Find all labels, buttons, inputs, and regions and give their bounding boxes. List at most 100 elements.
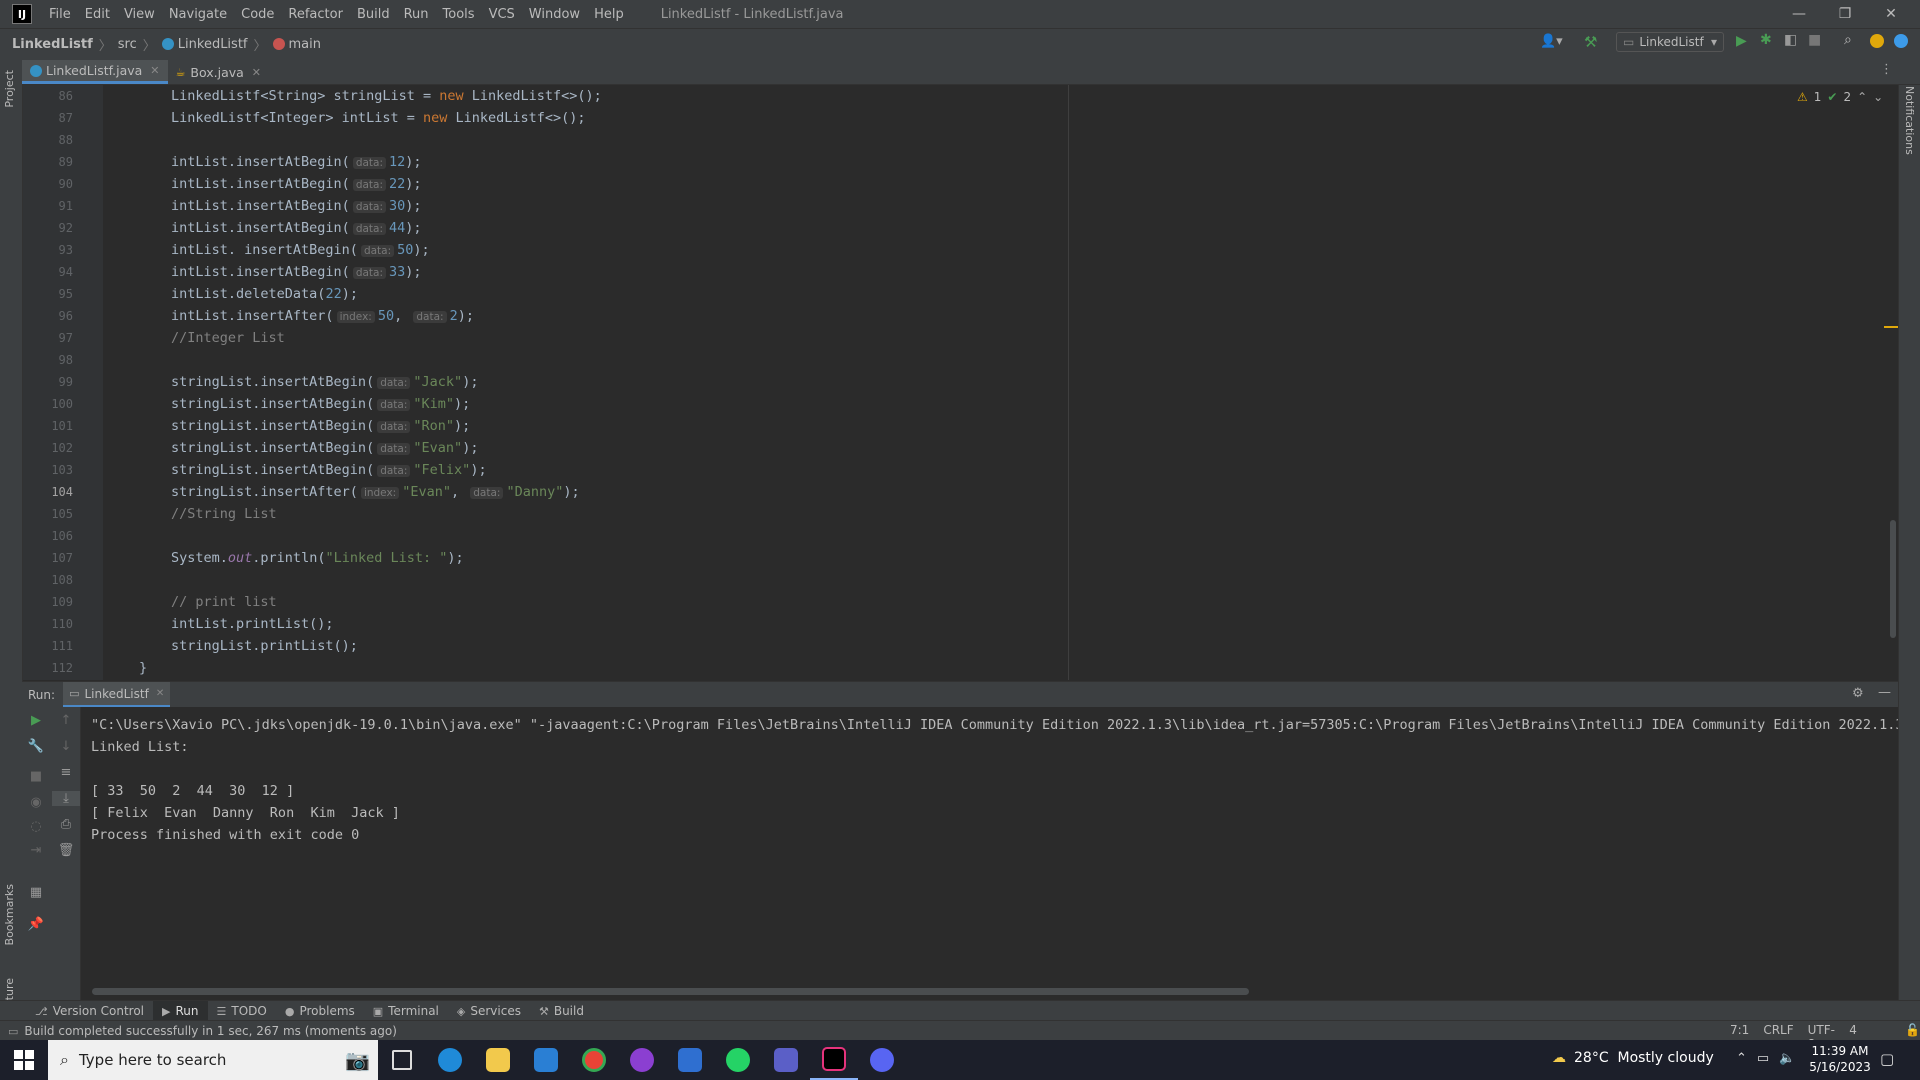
code-line[interactable]: intList.insertAfter(index: 50, data: 2); [171,308,474,324]
line-number[interactable]: 111 [23,639,73,653]
code-line[interactable]: // print list [171,594,277,610]
podcast-app-icon[interactable] [618,1040,666,1080]
teams-icon[interactable] [762,1040,810,1080]
code-line[interactable]: intList.deleteData(22); [171,286,358,302]
tool-tab-run[interactable]: ▶ Run [153,1001,208,1021]
line-number[interactable]: 110 [23,617,73,631]
code-line[interactable]: stringList.insertAtBegin(data: "Jack"); [171,374,478,390]
plugin-icon[interactable] [1894,34,1908,48]
update-icon[interactable] [1870,34,1884,48]
discord-icon[interactable] [858,1040,906,1080]
menu-file[interactable]: File [42,7,78,22]
bookmarks-tool-tab[interactable]: Bookmarks [3,884,16,945]
restore-icon[interactable]: ❐ [1822,0,1868,28]
line-number[interactable]: 86 [23,89,73,103]
line-number[interactable]: 106 [23,529,73,543]
event-icon[interactable]: ▭ [8,1025,18,1038]
tool-tab-problems[interactable]: ● Problems [276,1001,364,1021]
edge-icon[interactable] [426,1040,474,1080]
code-line[interactable]: stringList.insertAtBegin(data: "Kim"); [171,396,470,412]
line-number[interactable]: 96 [23,309,73,323]
code-line[interactable]: stringList.printList(); [171,638,358,654]
hide-panel-icon[interactable]: — [1878,685,1891,700]
code-line[interactable]: intList.printList(); [171,616,334,632]
line-number[interactable]: 90 [23,177,73,191]
wrench-icon[interactable]: 🔧 [22,739,50,754]
coverage-icon[interactable]: ◧ [1784,32,1797,48]
line-number[interactable]: 109 [23,595,73,609]
code-line[interactable]: intList.insertAtBegin(data: 30); [171,198,422,214]
inspection-widget[interactable]: ⚠ 1 ✔ 2 ⌃ ⌄ [1797,90,1883,104]
scroll-to-end-icon[interactable]: ⤓ [52,791,80,806]
chevron-up-icon[interactable]: ⌃ [1736,1051,1747,1066]
menu-build[interactable]: Build [350,7,397,22]
line-number[interactable]: 101 [23,419,73,433]
notification-center-icon[interactable]: ▢ [1880,1050,1894,1068]
menu-run[interactable]: Run [397,7,436,22]
rerun-icon[interactable]: ▶ [22,713,50,728]
tool-tab-services[interactable]: ◈ Services [448,1001,530,1021]
breadcrumb-project[interactable]: LinkedListf [12,37,93,52]
line-number[interactable]: 97 [23,331,73,345]
menu-navigate[interactable]: Navigate [162,7,234,22]
code-line[interactable]: stringList.insertAtBegin(data: "Evan"); [171,440,478,456]
chevron-up-icon[interactable]: ⌃ [1857,90,1867,104]
mail-icon[interactable] [522,1040,570,1080]
close-icon[interactable]: ✕ [1868,0,1914,28]
soft-wrap-icon[interactable]: ≡ [52,765,80,780]
code-line[interactable]: //String List [171,506,277,522]
warning-stripe-marker[interactable] [1884,326,1898,328]
line-number[interactable]: 92 [23,221,73,235]
build-hammer-icon[interactable]: ⚒ [1584,33,1597,51]
minimize-icon[interactable]: — [1776,0,1822,28]
line-number[interactable]: 107 [23,551,73,565]
menu-refactor[interactable]: Refactor [281,7,350,22]
volume-icon[interactable]: 🔈 [1779,1051,1795,1066]
taskbar-search-box[interactable]: ⌕ Type here to search 📷 [48,1040,378,1080]
close-tab-icon[interactable]: ✕ [252,66,261,79]
line-number[interactable]: 94 [23,265,73,279]
editor-scrollbar[interactable] [1890,520,1896,638]
line-number[interactable]: 98 [23,353,73,367]
weather-text[interactable]: 28°C Mostly cloudy [1574,1050,1714,1066]
menu-edit[interactable]: Edit [78,7,117,22]
line-number[interactable]: 89 [23,155,73,169]
pin-icon[interactable]: 📌 [22,917,50,932]
tool-tab-todo[interactable]: ☰ TODO [208,1001,276,1021]
debug-icon[interactable]: ✱ [1760,32,1772,48]
line-number[interactable]: 95 [23,287,73,301]
tool-tab-terminal[interactable]: ▣ Terminal [364,1001,448,1021]
code-line[interactable]: intList.insertAtBegin(data: 33); [171,264,422,280]
menu-code[interactable]: Code [234,7,281,22]
status-message[interactable]: Build completed successfully in 1 sec, 2… [24,1024,396,1038]
tool-tab-version-control[interactable]: ⎇ Version Control [26,1001,153,1021]
code-line[interactable]: intList.insertAtBegin(data: 12); [171,154,422,170]
code-line[interactable]: intList.insertAtBegin(data: 44); [171,220,422,236]
line-number[interactable]: 103 [23,463,73,477]
code-line[interactable]: stringList.insertAtBegin(data: "Felix"); [171,462,487,478]
print-icon[interactable]: ⎙ [52,817,80,832]
code-line[interactable]: intList.insertAtBegin(data: 22); [171,176,422,192]
store-icon[interactable] [666,1040,714,1080]
more-tabs-icon[interactable]: ⋮ [1880,62,1893,77]
tab-box-java[interactable]: ☕ Box.java ✕ [168,60,270,84]
line-number[interactable]: 99 [23,375,73,389]
code-editor[interactable]: LinkedListf<String> stringList = new Lin… [103,85,1898,680]
code-line[interactable]: LinkedListf<String> stringList = new Lin… [171,88,602,104]
code-line[interactable]: stringList.insertAfter(index: "Evan", dat… [171,484,580,500]
user-icon[interactable]: 👤▾ [1540,34,1563,49]
chrome-icon[interactable] [570,1040,618,1080]
line-number[interactable]: 91 [23,199,73,213]
clock[interactable]: 11:39 AM 5/16/2023 [1800,1043,1880,1075]
menu-vcs[interactable]: VCS [482,7,522,22]
run-config-select[interactable]: ▭ LinkedListf ▾ [1616,32,1724,52]
code-line[interactable]: intList. insertAtBegin(data: 50); [171,242,430,258]
code-line[interactable]: System.out.println("Linked List: "); [171,550,464,566]
breadcrumb-class[interactable]: LinkedListf [178,37,248,52]
line-number[interactable]: 100 [23,397,73,411]
whatsapp-icon[interactable] [714,1040,762,1080]
breadcrumb-method[interactable]: main [289,37,321,52]
arrow-down-icon[interactable]: ↓ [52,739,80,754]
search-icon[interactable]: ⌕ [1844,32,1852,48]
code-line[interactable]: LinkedListf<Integer> intList = new Linke… [171,110,586,126]
